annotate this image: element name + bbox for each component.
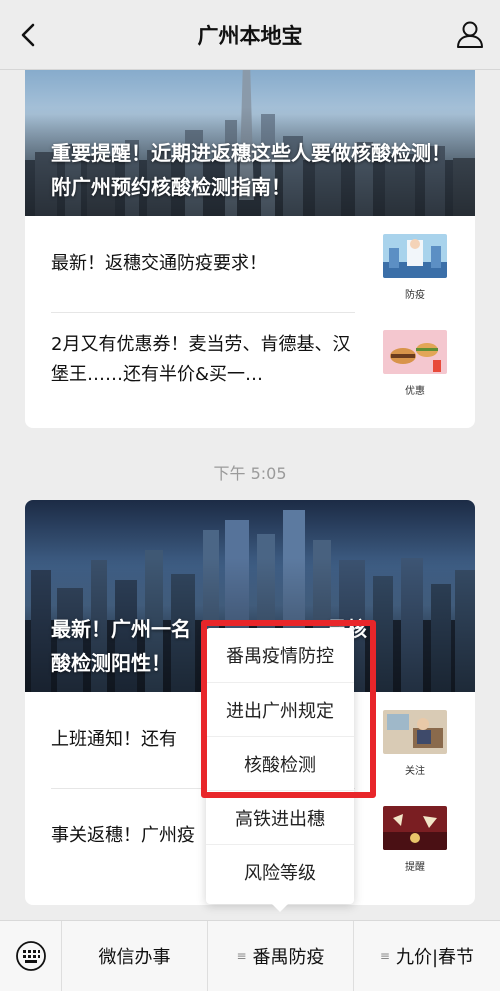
menu-item-high-speed-rail[interactable]: 高铁进出穗 xyxy=(206,790,354,844)
keyboard-icon[interactable] xyxy=(0,920,62,991)
article-card-1: 重要提醒！近期进返穗这些人要做核酸检测！附广州预约核酸检测指南！ 最新！返穗交通… xyxy=(25,60,475,428)
menu-tab-panyu-epidemic[interactable]: ≡ 番禺防疫 xyxy=(208,920,354,991)
menu-tab-wechat-services[interactable]: 微信办事 xyxy=(62,920,208,991)
thumbnail-image xyxy=(383,710,447,754)
list-item[interactable]: 最新！返穗交通防疫要求！ 防疫 xyxy=(25,216,475,312)
nav-bar: 广州本地宝 xyxy=(0,0,500,70)
page-title: 广州本地宝 xyxy=(197,23,303,48)
message-timestamp: 下午 5:05 xyxy=(213,464,287,483)
thumbnail-image xyxy=(383,330,447,374)
back-arrow-icon[interactable] xyxy=(14,20,44,50)
menu-item-guangzhou-entry-exit-rules[interactable]: 进出广州规定 xyxy=(206,682,354,736)
thumbnail-tag: 提醒 xyxy=(405,862,425,873)
thumbnail-image xyxy=(383,234,447,278)
article-hero-1[interactable]: 重要提醒！近期进返穗这些人要做核酸检测！附广州预约核酸检测指南！ xyxy=(25,60,475,216)
menu-item-panyu-epidemic-control[interactable]: 番禺疫情防控 xyxy=(206,628,354,682)
bottom-menu-bar: 微信办事 ≡ 番禺防疫 ≡ 九价|春节 xyxy=(0,920,500,991)
menu-item-nucleic-acid-test[interactable]: 核酸检测 xyxy=(206,736,354,790)
thumbnail-tag: 防疫 xyxy=(405,290,425,301)
menu-lines-icon: ≡ xyxy=(379,949,390,963)
menu-item-risk-level[interactable]: 风险等级 xyxy=(206,844,354,898)
list-item[interactable]: 2月又有优惠券！麦当劳、肯德基、汉堡王……还有半价&买一… 优惠 xyxy=(25,312,475,408)
menu-lines-icon: ≡ xyxy=(236,949,247,963)
list-item-title: 2月又有优惠券！麦当劳、肯德基、汉堡王……还有半价&买一… xyxy=(51,334,351,385)
list-item-title: 最新！返穗交通防疫要求！ xyxy=(51,253,267,274)
submenu-popup: 番禺疫情防控 进出广州规定 核酸检测 高铁进出穗 风险等级 xyxy=(206,628,354,912)
thumbnail-image xyxy=(383,806,447,850)
menu-tab-hpv-spring-festival[interactable]: ≡ 九价|春节 xyxy=(354,921,500,991)
article-headline-1: 重要提醒！近期进返穗这些人要做核酸检测！附广州预约核酸检测指南！ xyxy=(51,141,451,199)
popup-pointer xyxy=(272,904,288,912)
person-icon[interactable] xyxy=(454,18,486,50)
thumbnail-tag: 关注 xyxy=(405,766,425,777)
thumbnail-tag: 优惠 xyxy=(405,386,425,397)
